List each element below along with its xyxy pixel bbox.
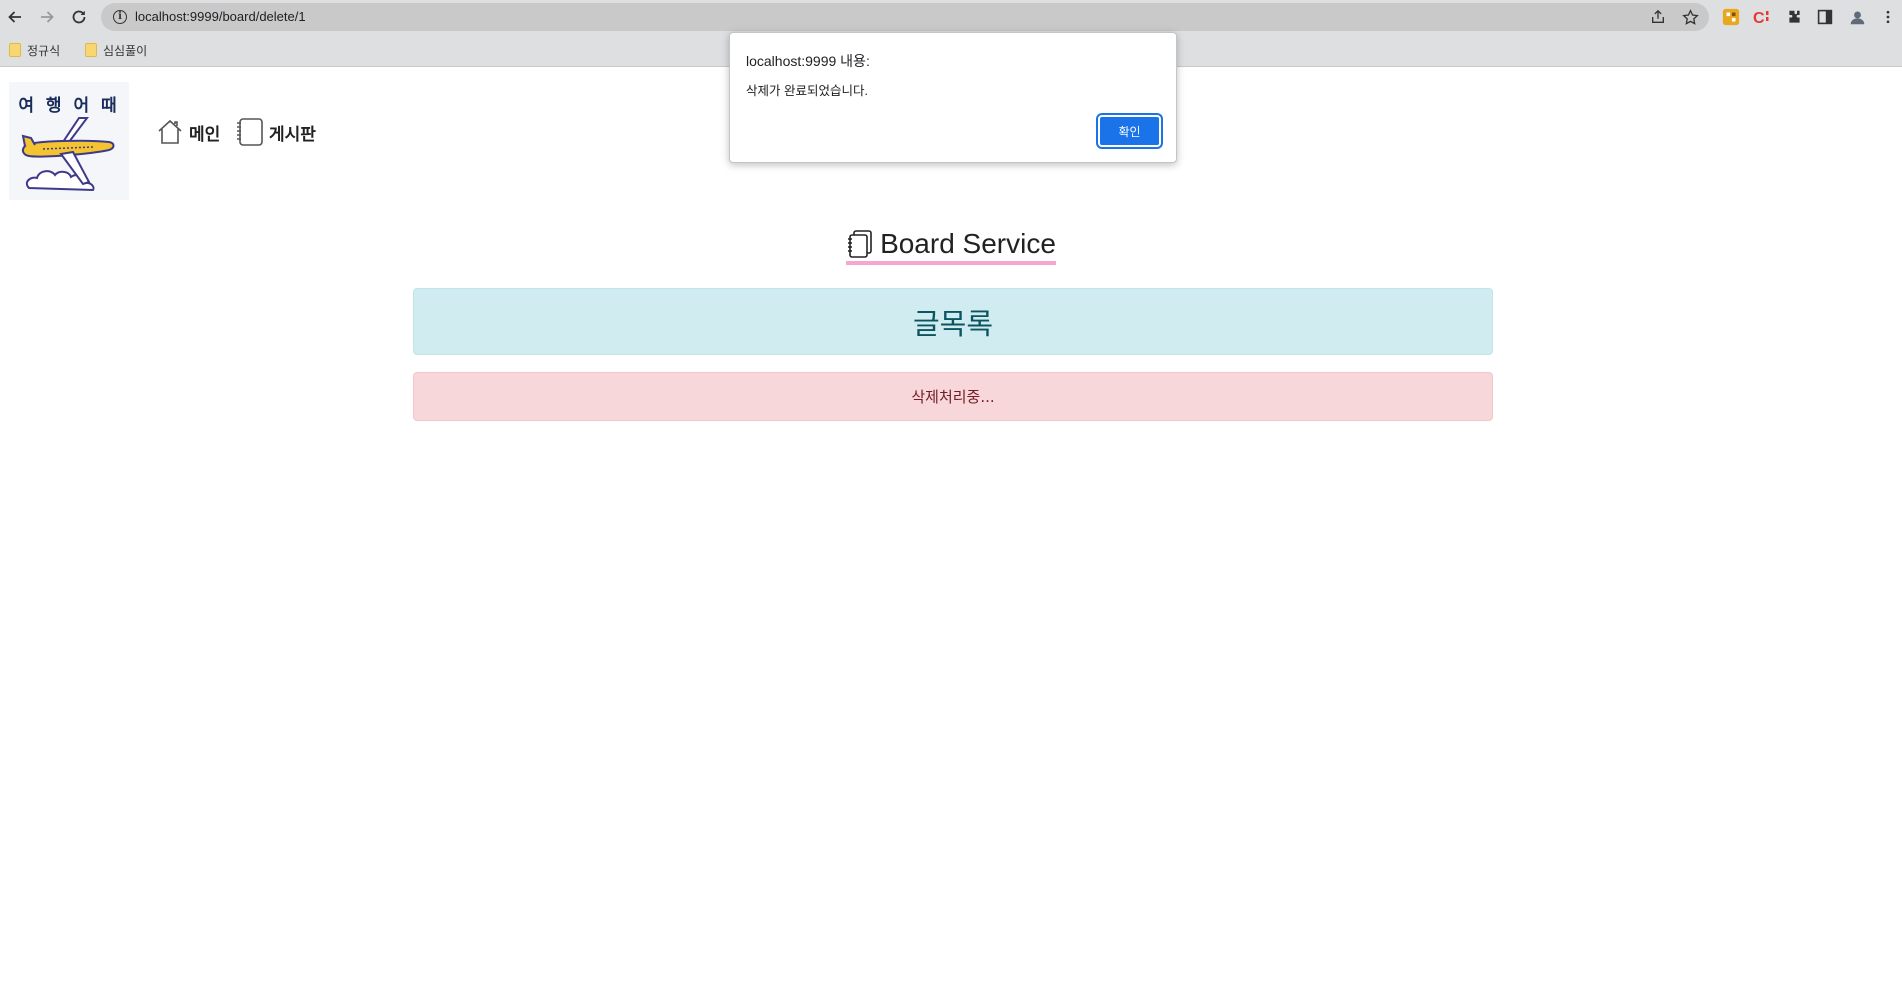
arrow-right-icon bbox=[41, 11, 54, 23]
nav-main-link[interactable]: 메인 bbox=[155, 117, 220, 147]
page-heading: Board Service bbox=[846, 227, 1056, 265]
arrow-left-icon bbox=[8, 11, 21, 23]
browser-toolbar: i localhost:9999/board/delete/1 C bbox=[0, 0, 1902, 34]
dialog-message: 삭제가 완료되었습니다. bbox=[746, 84, 868, 98]
address-url[interactable]: localhost:9999/board/delete/1 bbox=[135, 9, 306, 24]
notebook-icon bbox=[237, 118, 263, 146]
page-heading-wrap: Board Service bbox=[0, 227, 1902, 265]
extension-2-button[interactable]: C bbox=[1752, 7, 1772, 27]
nav-board-link[interactable]: 게시판 bbox=[235, 117, 316, 147]
bookmark-item[interactable]: 정규식 bbox=[9, 41, 60, 59]
extension-puzzle-yellow-icon bbox=[1722, 8, 1740, 26]
list-banner-label: 글목록 bbox=[912, 306, 994, 341]
nav-main-label: 메인 bbox=[189, 124, 221, 145]
profile-button[interactable] bbox=[1847, 7, 1867, 27]
bookmark-label: 정규식 bbox=[27, 43, 61, 58]
notebooks-icon bbox=[848, 230, 872, 258]
list-banner[interactable]: 글목록 bbox=[413, 288, 1493, 355]
page-content: 여 행 어 때 메인 게시판 Board Service 글목록 삭제처리중..… bbox=[0, 67, 1902, 984]
share-button[interactable] bbox=[1649, 8, 1667, 26]
nav-board-label: 게시판 bbox=[269, 124, 316, 145]
side-panel-icon bbox=[1817, 9, 1833, 25]
person-icon bbox=[1850, 11, 1864, 24]
site-logo[interactable]: 여 행 어 때 bbox=[9, 82, 129, 200]
browser-menu-button[interactable] bbox=[1878, 7, 1898, 27]
forward-button[interactable] bbox=[36, 6, 58, 28]
bookmark-item[interactable]: 심심풀이 bbox=[85, 41, 147, 59]
status-message: 삭제처리중... bbox=[413, 372, 1493, 421]
dialog-ok-button[interactable]: 확인 bbox=[1096, 113, 1163, 149]
svg-text:C: C bbox=[1753, 10, 1765, 27]
bookmark-label: 심심풀이 bbox=[103, 43, 148, 58]
side-panel-button[interactable] bbox=[1815, 7, 1835, 27]
share-icon bbox=[1652, 9, 1664, 23]
folder-icon bbox=[9, 43, 21, 57]
extension-c-red-icon: C bbox=[1753, 10, 1769, 27]
heading-text: Board Service bbox=[880, 228, 1056, 259]
extensions-menu-button[interactable] bbox=[1784, 7, 1804, 27]
dialog-title: localhost:9999 내용: bbox=[746, 53, 870, 69]
reload-icon bbox=[72, 10, 86, 24]
star-icon bbox=[1681, 8, 1699, 25]
alert-dialog: localhost:9999 내용: 삭제가 완료되었습니다. 확인 bbox=[729, 32, 1177, 163]
folder-icon bbox=[85, 43, 97, 57]
status-message-text: 삭제처리중... bbox=[911, 388, 995, 406]
extension-1-button[interactable] bbox=[1721, 7, 1741, 27]
airplane-icon bbox=[21, 117, 115, 192]
puzzle-icon bbox=[1788, 10, 1800, 23]
address-bar[interactable]: i localhost:9999/board/delete/1 bbox=[101, 3, 1709, 31]
back-button[interactable] bbox=[4, 6, 26, 28]
reload-button[interactable] bbox=[68, 6, 90, 28]
bookmark-star-button[interactable] bbox=[1681, 8, 1699, 26]
home-icon bbox=[158, 119, 182, 144]
info-icon[interactable]: i bbox=[113, 10, 127, 24]
kebab-menu-icon bbox=[1886, 10, 1890, 24]
